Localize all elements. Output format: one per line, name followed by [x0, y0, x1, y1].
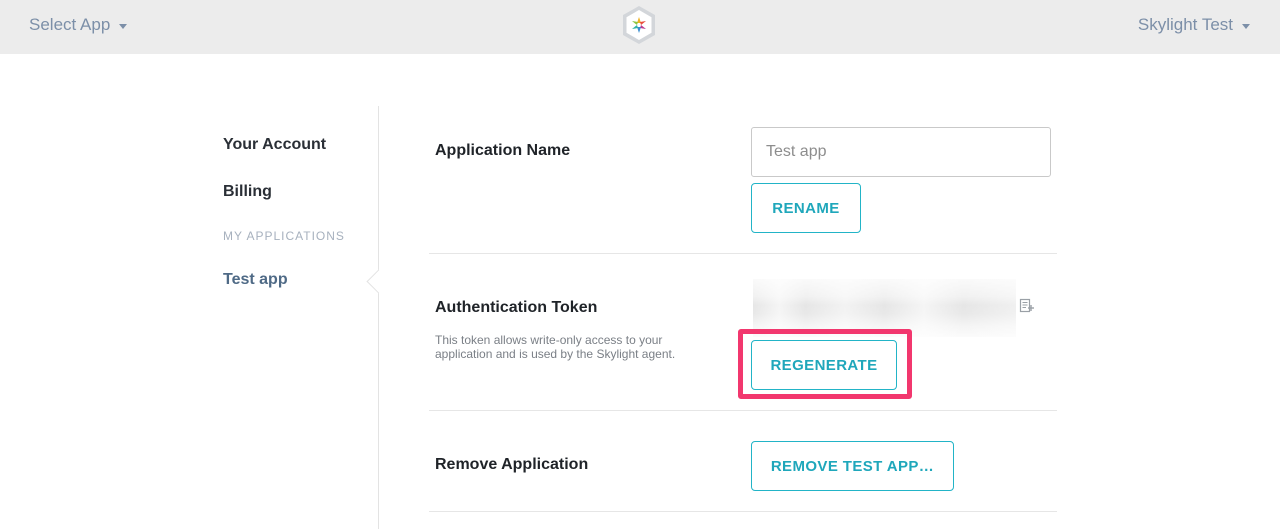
user-menu-label: Skylight Test — [1137, 15, 1233, 34]
sidebar-heading-my-applications: MY APPLICATIONS — [223, 229, 345, 243]
remove-app-button[interactable]: REMOVE TEST APP… — [751, 441, 954, 491]
sidebar-item-billing[interactable]: Billing — [223, 183, 272, 201]
remove-application-label: Remove Application — [435, 456, 589, 473]
sidebar-item-your-account[interactable]: Your Account — [223, 136, 326, 154]
copy-clipboard-icon[interactable] — [1019, 298, 1035, 314]
authentication-token-label: Authentication Token — [435, 299, 598, 316]
chevron-down-icon — [119, 23, 128, 29]
rename-button[interactable]: RENAME — [751, 183, 861, 233]
authentication-token-description: This token allows write-only access to y… — [435, 333, 676, 361]
application-name-label: Application Name — [435, 142, 571, 159]
user-menu-dropdown[interactable]: Skylight Test — [1138, 15, 1250, 35]
application-name-input[interactable] — [751, 127, 1051, 177]
section-divider — [429, 253, 1057, 254]
chevron-down-icon — [1242, 23, 1250, 29]
app-select-label: Select App — [29, 15, 111, 34]
sidebar-item-test-app[interactable]: Test app — [223, 271, 288, 289]
section-divider — [429, 410, 1057, 411]
sidebar: Your Account Billing MY APPLICATIONS Tes… — [223, 106, 379, 529]
top-bar: Select App Skylight Test — [0, 0, 1280, 54]
skylight-logo-icon[interactable] — [621, 5, 657, 45]
section-divider — [429, 511, 1057, 512]
app-select-dropdown[interactable]: Select App — [29, 15, 128, 35]
highlight-box — [738, 329, 912, 399]
